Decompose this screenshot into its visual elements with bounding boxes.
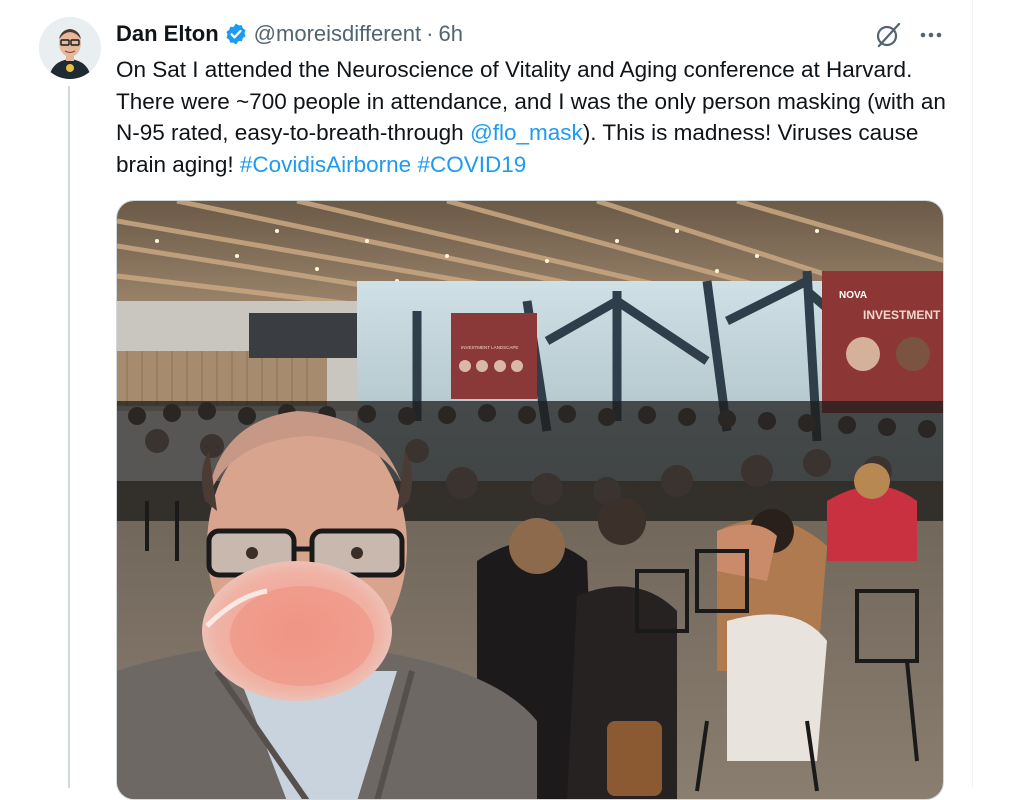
author-handle[interactable]: @moreisdifferent xyxy=(254,21,421,47)
avatar[interactable] xyxy=(39,17,101,79)
author-name[interactable]: Dan Elton xyxy=(116,21,219,47)
thread-line xyxy=(68,86,70,788)
left-screen-title: INVESTMENT LANDSCAPE xyxy=(461,345,518,350)
more-icon[interactable] xyxy=(916,22,946,48)
separator-dot: · xyxy=(426,21,434,46)
right-screen-title: INVESTMENT xyxy=(863,308,941,322)
tweet-header: Dan Elton @moreisdifferent · 6h xyxy=(116,19,463,49)
mention-link[interactable]: @flo_mask xyxy=(470,120,583,145)
timeline-border xyxy=(972,0,973,788)
verified-badge-icon[interactable] xyxy=(224,22,248,46)
hashtag-link[interactable]: #COVID19 xyxy=(417,152,526,177)
timestamp[interactable]: 6h xyxy=(438,21,462,47)
tweet-text: On Sat I attended the Neuroscience of Vi… xyxy=(116,54,956,180)
right-screen-logo: NOVA xyxy=(839,290,867,301)
grok-icon[interactable] xyxy=(874,21,902,49)
hashtag-link[interactable]: #CovidisAirborne xyxy=(240,152,411,177)
tweet-photo[interactable]: INVESTMENT LANDSCAPE NOVA INVESTMENT xyxy=(116,200,944,800)
